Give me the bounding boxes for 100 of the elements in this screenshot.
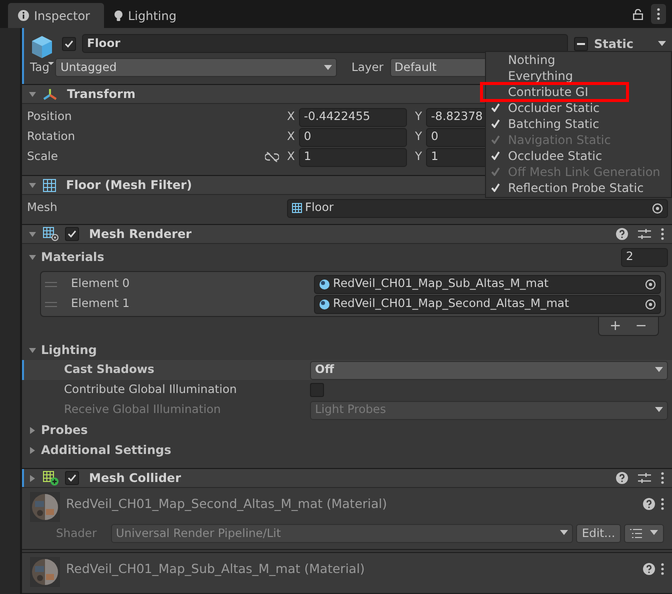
material-title: RedVeil_CH01_Map_Sub_Altas_M_mat (Material) bbox=[66, 560, 366, 578]
help-icon[interactable] bbox=[616, 228, 628, 240]
object-field[interactable]: RedVeil_CH01_Map_Second_Altas_M_mat bbox=[314, 294, 661, 314]
more-icon[interactable] bbox=[661, 498, 664, 510]
number-field[interactable]: 0 bbox=[298, 128, 407, 146]
grid-icon bbox=[43, 178, 56, 192]
caret-icon bbox=[324, 64, 332, 70]
remove-button[interactable]: − bbox=[630, 319, 652, 333]
foldout-icon[interactable] bbox=[28, 230, 37, 238]
menu-item[interactable]: Contribute GI bbox=[482, 84, 627, 100]
help-icon[interactable] bbox=[643, 563, 656, 576]
foldout-icon[interactable] bbox=[28, 180, 37, 190]
component-title: Mesh Collider bbox=[89, 470, 181, 487]
section-label: Materials bbox=[41, 249, 104, 266]
axis-label: Y bbox=[415, 148, 422, 166]
drag-handle-icon[interactable] bbox=[45, 302, 57, 306]
name-field[interactable]: Floor bbox=[82, 34, 568, 53]
static-dropdown[interactable]: Static bbox=[594, 34, 666, 52]
more-icon[interactable] bbox=[661, 228, 664, 240]
edit-button[interactable]: Edit... bbox=[576, 524, 622, 543]
object-field[interactable]: RedVeil_CH01_Map_Sub_Altas_M_mat bbox=[314, 274, 661, 294]
property-label: Receive Global Illumination bbox=[64, 401, 222, 418]
tab[interactable]: Lighting bbox=[104, 3, 190, 28]
lock-icon[interactable] bbox=[633, 8, 643, 20]
foldout-icon[interactable] bbox=[28, 474, 37, 482]
axis-label: X bbox=[287, 108, 295, 126]
check-icon bbox=[67, 473, 77, 483]
check-icon bbox=[64, 38, 74, 48]
object-picker-icon[interactable] bbox=[645, 278, 656, 290]
property-label: Position bbox=[27, 108, 73, 126]
collider-icon bbox=[43, 470, 59, 486]
caret-icon bbox=[560, 530, 568, 536]
property-label: Rotation bbox=[27, 128, 76, 146]
axis-label: X bbox=[287, 128, 295, 146]
caret-icon bbox=[655, 367, 663, 373]
object-picker-icon[interactable] bbox=[652, 202, 663, 214]
foldout-icon[interactable] bbox=[28, 446, 37, 454]
more-icon bbox=[657, 8, 660, 20]
section-label: Additional Settings bbox=[41, 442, 172, 459]
check-icon bbox=[67, 229, 77, 239]
enable-checkbox[interactable] bbox=[65, 471, 79, 485]
material-title: RedVeil_CH01_Map_Second_Altas_M_mat (Material) bbox=[66, 495, 388, 513]
renderer-icon bbox=[43, 227, 59, 241]
material-icon bbox=[319, 278, 330, 290]
menu-item[interactable]: Nothing bbox=[486, 52, 671, 68]
axis-label: Y bbox=[415, 108, 422, 126]
enable-checkbox[interactable] bbox=[65, 227, 79, 241]
lightbulb-icon bbox=[114, 10, 123, 22]
more-icon[interactable] bbox=[661, 563, 664, 576]
caret-icon bbox=[655, 407, 663, 413]
section-label: Probes bbox=[41, 422, 88, 439]
axis-label: X bbox=[287, 148, 295, 166]
foldout-icon[interactable] bbox=[28, 252, 37, 262]
object-field[interactable]: Floor bbox=[287, 198, 668, 218]
foldout-icon[interactable] bbox=[28, 90, 37, 98]
more-icon[interactable] bbox=[661, 472, 664, 484]
active-checkbox[interactable] bbox=[62, 36, 76, 50]
foldout-icon[interactable] bbox=[28, 426, 37, 434]
element-label: Element 0 bbox=[70, 275, 131, 292]
dash-icon bbox=[577, 42, 585, 44]
unlinked-icon[interactable] bbox=[265, 152, 279, 162]
axis-label: Y bbox=[415, 128, 422, 146]
property-label: Contribute Global Illumination bbox=[64, 381, 238, 398]
object-picker-icon[interactable] bbox=[645, 298, 656, 310]
axes-icon bbox=[43, 88, 57, 100]
tag-dropdown[interactable]: Untagged bbox=[55, 58, 338, 77]
list-icon bbox=[630, 528, 642, 538]
presets-icon[interactable] bbox=[638, 228, 651, 240]
caret-icon bbox=[650, 530, 658, 536]
static-checkbox[interactable] bbox=[574, 36, 588, 50]
drag-handle-icon[interactable] bbox=[45, 282, 57, 286]
layer-label: Layer bbox=[351, 58, 384, 76]
menu-button[interactable] bbox=[651, 4, 666, 24]
add-button[interactable]: + bbox=[604, 319, 626, 333]
component-title: Mesh Renderer bbox=[89, 226, 192, 243]
menu-item[interactable]: Everything bbox=[486, 68, 671, 84]
material-icon bbox=[319, 298, 330, 310]
property-label: Scale bbox=[27, 148, 59, 166]
number-field[interactable]: -0.4422455 bbox=[298, 108, 407, 126]
help-icon[interactable] bbox=[643, 498, 656, 510]
caret-icon bbox=[658, 40, 666, 46]
info-icon bbox=[18, 10, 29, 21]
tag-label: Tag bbox=[30, 58, 50, 76]
presets-icon[interactable] bbox=[638, 472, 651, 484]
checkbox[interactable] bbox=[310, 383, 324, 397]
dropdown[interactable]: Off bbox=[310, 360, 668, 380]
element-label: Element 1 bbox=[70, 295, 131, 312]
property-label: Cast Shadows bbox=[64, 361, 156, 378]
help-icon[interactable] bbox=[616, 472, 628, 484]
shader-label: Shader bbox=[56, 524, 98, 542]
tab[interactable]: Inspector bbox=[8, 3, 104, 28]
grid-icon bbox=[292, 203, 302, 213]
foldout-icon[interactable] bbox=[28, 346, 37, 354]
number-field[interactable]: 1 bbox=[298, 148, 407, 166]
count-field[interactable]: 2 bbox=[621, 248, 668, 266]
property-label: Mesh bbox=[27, 199, 58, 216]
component-title: Floor (Mesh Filter) bbox=[66, 177, 192, 194]
section-label: Lighting bbox=[41, 342, 97, 359]
list-dropdown[interactable] bbox=[624, 524, 664, 543]
menu-item[interactable]: Reflection Probe Static bbox=[486, 180, 671, 196]
